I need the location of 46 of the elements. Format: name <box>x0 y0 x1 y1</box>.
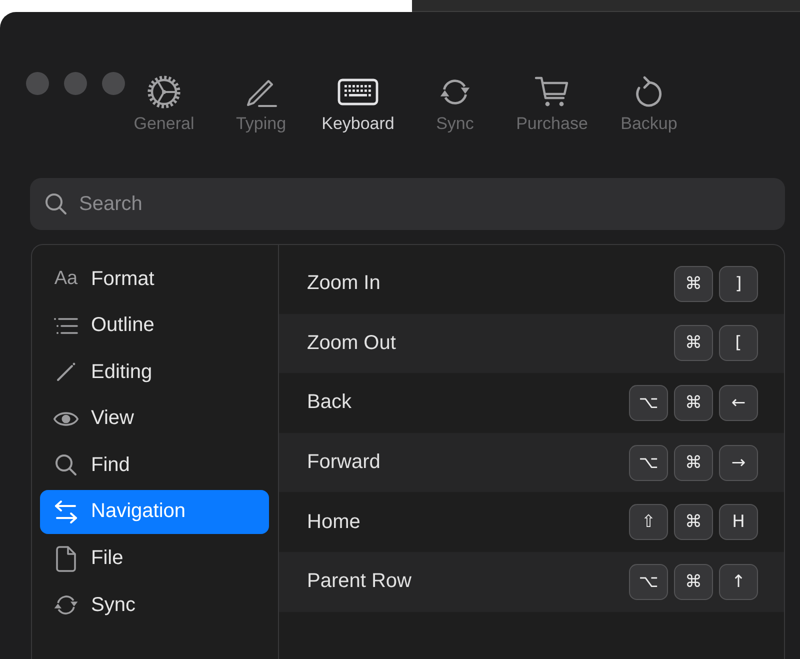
sidebar-item[interactable]: Find <box>40 443 269 488</box>
document-icon <box>56 546 76 572</box>
shortcut-label: Forward <box>307 451 380 474</box>
key-cap: ] <box>719 266 758 302</box>
sidebar-item[interactable]: Navigation <box>40 490 269 534</box>
shortcut-label: Zoom In <box>307 272 380 296</box>
key-cap: [ <box>719 325 758 362</box>
key-cap: ⌥ <box>629 564 668 600</box>
zoom-button[interactable] <box>102 72 125 95</box>
key-cap: ⌘ <box>674 564 713 600</box>
sync-icon <box>53 593 79 618</box>
key-cap: ⌘ <box>674 384 713 421</box>
key-cap: ↑ <box>719 564 758 600</box>
key-cap: → <box>719 444 758 481</box>
toolbar-tab[interactable]: Keyboard <box>319 74 397 134</box>
shortcut-label: Back <box>307 391 352 414</box>
key-cap: H <box>719 504 758 540</box>
sidebar-item[interactable]: File <box>40 536 269 581</box>
close-button[interactable] <box>26 72 49 95</box>
sidebar-item[interactable]: Aa Format <box>40 257 269 301</box>
sidebar-item[interactable]: Outline <box>40 304 269 348</box>
key-cap: ⌥ <box>629 444 668 481</box>
search-icon <box>45 193 67 215</box>
key-cap: ← <box>719 384 758 421</box>
shortcut-row[interactable]: Forward ⌥ ⌘ → <box>279 432 784 492</box>
key-cap: ⌘ <box>674 444 713 481</box>
shortcut-label: Zoom Out <box>307 332 396 355</box>
key-cap: ⇧ <box>629 504 668 540</box>
text-format-icon: Aa <box>54 268 78 290</box>
shortcut-row[interactable]: Parent Row ⌥ ⌘ ↑ <box>279 552 784 612</box>
pencil-icon <box>56 362 76 382</box>
sidebar-item[interactable]: Editing <box>40 350 269 394</box>
shortcut-label: Home <box>307 510 360 534</box>
key-cap: ⌘ <box>674 504 713 540</box>
search-icon <box>55 454 77 476</box>
shortcut-row[interactable]: Zoom Out ⌘ [ <box>279 314 784 374</box>
key-cap: ⌥ <box>629 384 668 421</box>
search-field[interactable]: Search <box>30 178 785 230</box>
shortcut-label: Parent Row <box>307 570 412 594</box>
sidebar-item[interactable]: Sync <box>40 583 269 628</box>
key-cap: ⌘ <box>674 325 713 362</box>
key-cap: ⌘ <box>674 266 713 302</box>
minimize-button[interactable] <box>64 72 87 95</box>
swap-arrows-icon <box>54 500 78 524</box>
gear-icon <box>146 74 182 110</box>
sidebar-item[interactable]: View <box>40 396 269 441</box>
